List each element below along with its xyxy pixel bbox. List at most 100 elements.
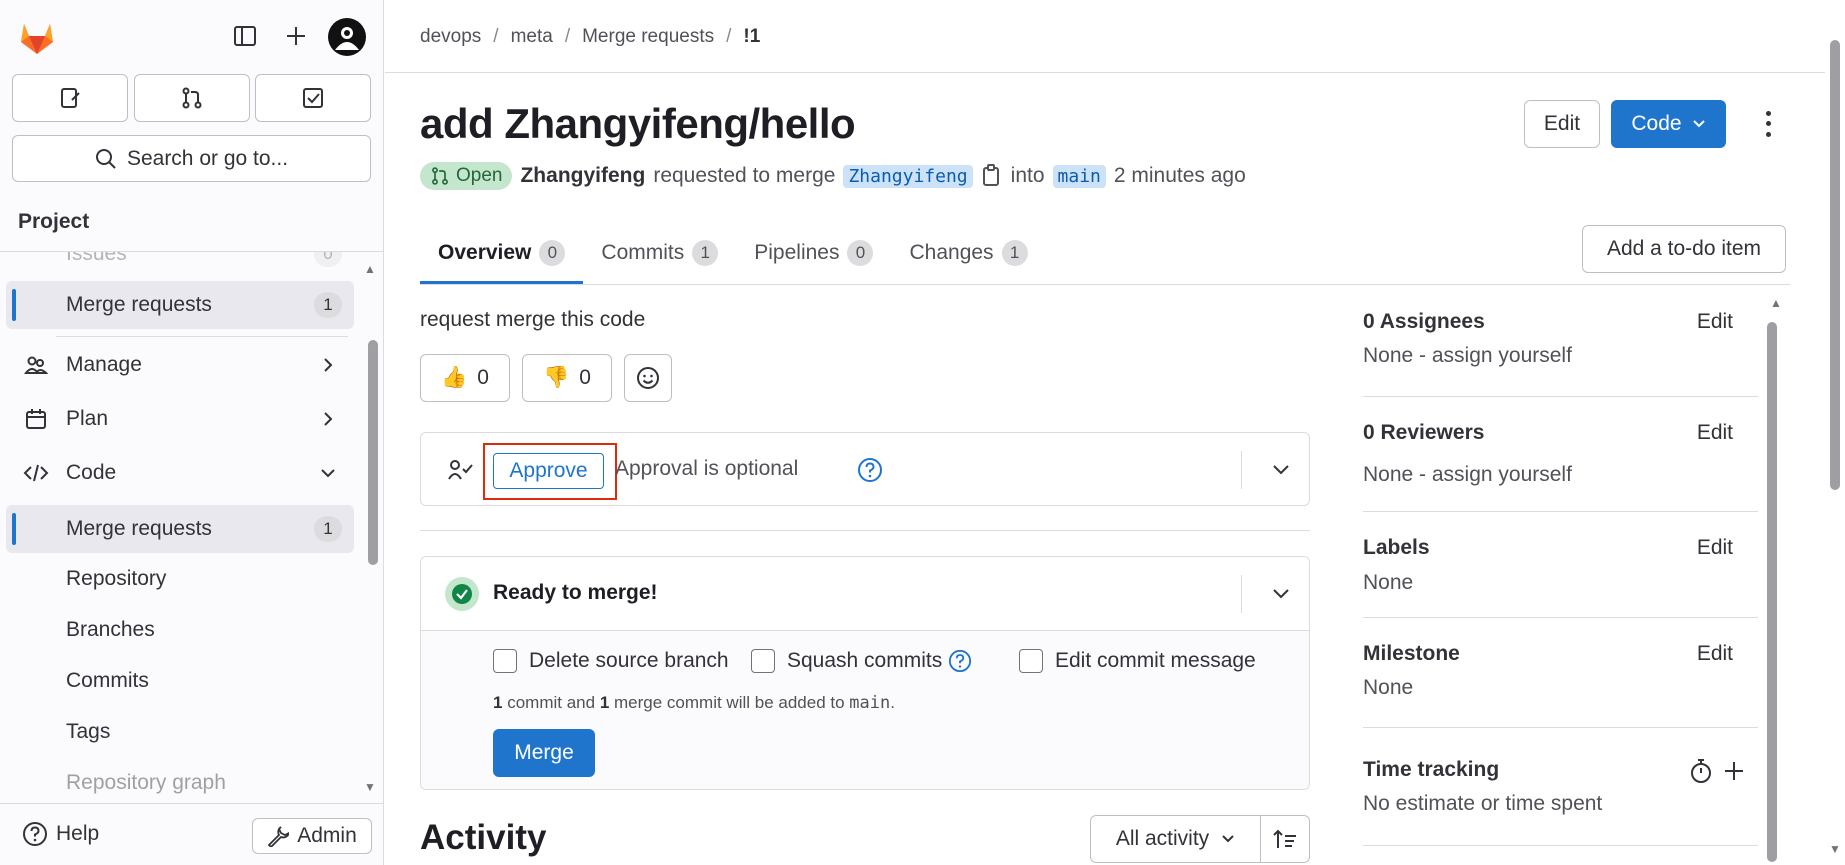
sidebar-item-merge-requests[interactable]: Merge requests 1: [6, 281, 354, 329]
help-icon: [23, 822, 47, 846]
sidebar-scrollbar-thumb[interactable]: [368, 340, 378, 565]
highlight-box: [483, 443, 617, 500]
copy-icon[interactable]: [981, 164, 1003, 188]
users-icon: [22, 351, 50, 379]
sidebar-item-code[interactable]: Code: [6, 449, 354, 497]
issues-icon: [61, 88, 80, 108]
breadcrumb: devops / meta / Merge requests / !1: [420, 26, 761, 48]
todo-quick-button[interactable]: [255, 74, 371, 122]
tab-changes[interactable]: Changes 1: [891, 222, 1045, 284]
breadcrumb-devops[interactable]: devops: [420, 26, 481, 48]
sidebar-item-plan[interactable]: Plan: [6, 395, 354, 443]
add-reaction-button[interactable]: [624, 354, 672, 402]
admin-label: Admin: [297, 824, 357, 847]
target-branch[interactable]: main: [1052, 164, 1106, 188]
thumbs-down-button[interactable]: 👎 0: [522, 354, 612, 402]
breadcrumb-meta[interactable]: meta: [511, 26, 553, 48]
assignees-value[interactable]: None - assign yourself: [1363, 344, 1572, 368]
admin-button[interactable]: Admin: [252, 818, 372, 854]
search-icon: [95, 148, 116, 169]
mr-tabs: Overview 0 Commits 1 Pipelines 0 Changes…: [420, 222, 1046, 284]
edit-button[interactable]: Edit: [1524, 100, 1600, 148]
time-tracking-title: Time tracking: [1363, 758, 1500, 781]
plus-icon[interactable]: [280, 20, 312, 52]
chevron-down-icon[interactable]: [1269, 458, 1293, 482]
author-link[interactable]: Zhangyifeng: [520, 164, 645, 188]
squash-commits-checkbox[interactable]: Squash commits: [751, 649, 972, 673]
chevron-down-icon[interactable]: [1269, 582, 1293, 606]
code-dropdown-button[interactable]: Code: [1611, 100, 1726, 148]
sidebar-section-title: Project: [18, 210, 90, 233]
code-icon: [22, 459, 50, 487]
merge-request-icon: [432, 167, 448, 185]
help-icon[interactable]: [948, 649, 972, 673]
chevron-right-icon: [318, 409, 338, 429]
sidebar-toggle-icon[interactable]: [229, 20, 261, 52]
tab-commits[interactable]: Commits 1: [583, 222, 736, 284]
merge-info-text: 1 commit and 1 merge commit will be adde…: [493, 693, 895, 713]
breadcrumb-current[interactable]: !1: [743, 26, 760, 48]
tab-pipelines[interactable]: Pipelines 0: [736, 222, 891, 284]
page-scroll-down-arrow[interactable]: ▼: [1829, 842, 1841, 856]
smiley-icon: [637, 367, 659, 389]
help-icon[interactable]: [857, 457, 883, 483]
scroll-down-arrow[interactable]: ▼: [364, 780, 376, 794]
search-label: Search or go to...: [126, 146, 289, 170]
milestone-title: Milestone: [1363, 642, 1460, 665]
todo-checkbox-icon: [303, 88, 323, 108]
merge-button[interactable]: Merge: [493, 729, 595, 777]
add-todo-button[interactable]: Add a to-do item: [1582, 225, 1786, 273]
sidebar-item-manage[interactable]: Manage: [6, 341, 354, 389]
sidebar-item-issues[interactable]: Issues 0: [6, 252, 354, 278]
source-branch[interactable]: Zhangyifeng: [843, 164, 973, 188]
chevron-down-icon: [318, 463, 338, 483]
labels-value: None: [1363, 571, 1414, 594]
gitlab-logo-icon[interactable]: [16, 16, 58, 58]
delete-source-branch-checkbox[interactable]: Delete source branch: [493, 649, 729, 673]
reviewers-value[interactable]: None - assign yourself: [1363, 463, 1572, 487]
sidebar-item-commits[interactable]: Commits: [6, 657, 354, 705]
tab-overview[interactable]: Overview 0: [420, 222, 584, 284]
labels-edit-button[interactable]: Edit: [1697, 536, 1733, 560]
mr-description: request merge this code: [420, 308, 646, 331]
thumbs-up-button[interactable]: 👍 0: [420, 354, 510, 402]
merge-requests-quick-button[interactable]: [134, 74, 250, 122]
nav-divider: [56, 336, 348, 337]
issues-count: 0: [314, 252, 342, 267]
sidebar-item-repository[interactable]: Repository: [6, 555, 354, 603]
assignees-edit-button[interactable]: Edit: [1697, 310, 1733, 334]
sidebar-item-code-merge-requests[interactable]: Merge requests 1: [6, 505, 354, 553]
approval-status-text: Approval is optional: [615, 457, 799, 480]
sort-icon: [1273, 829, 1296, 848]
calendar-icon: [22, 405, 50, 433]
stopwatch-icon[interactable]: [1689, 758, 1713, 784]
page-scrollbar-thumb[interactable]: [1830, 40, 1840, 490]
milestone-value: None: [1363, 676, 1414, 699]
right-sidebar-scroll-up[interactable]: ▲: [1770, 296, 1782, 310]
right-sidebar-scrollbar-thumb[interactable]: [1767, 322, 1777, 862]
sidebar-item-branches[interactable]: Branches: [6, 606, 354, 654]
sidebar-item-repository-graph[interactable]: Repository graph: [6, 759, 354, 802]
into-text: into: [1010, 164, 1045, 187]
sidebar-nav: Issues 0 Merge requests 1 Manage Plan Co…: [0, 252, 383, 802]
breadcrumb-merge-requests[interactable]: Merge requests: [582, 26, 714, 48]
plus-icon[interactable]: [1723, 760, 1745, 782]
user-avatar[interactable]: [328, 18, 366, 56]
approval-widget: Approve Approval is optional: [420, 432, 1310, 506]
scroll-up-arrow[interactable]: ▲: [364, 262, 376, 276]
sort-order-button[interactable]: [1260, 815, 1310, 863]
help-button[interactable]: Help: [22, 821, 99, 847]
check-circle-icon: [445, 577, 479, 611]
page-scrollbar[interactable]: ▼: [1826, 0, 1845, 865]
mr-meta: Open Zhangyifeng requested to merge Zhan…: [420, 162, 1246, 190]
milestone-edit-button[interactable]: Edit: [1697, 642, 1733, 666]
search-button[interactable]: Search or go to...: [12, 135, 371, 182]
reviewers-edit-button[interactable]: Edit: [1697, 421, 1733, 445]
time-tracking-value: No estimate or time spent: [1363, 792, 1603, 815]
edit-commit-message-checkbox[interactable]: Edit commit message: [1019, 649, 1256, 673]
activity-filter-dropdown[interactable]: All activity: [1090, 815, 1261, 863]
sidebar-item-tags[interactable]: Tags: [6, 708, 354, 756]
more-actions-icon[interactable]: [1753, 108, 1783, 140]
issues-quick-button[interactable]: [12, 74, 128, 122]
thumbs-down-icon: 👎: [543, 366, 570, 389]
